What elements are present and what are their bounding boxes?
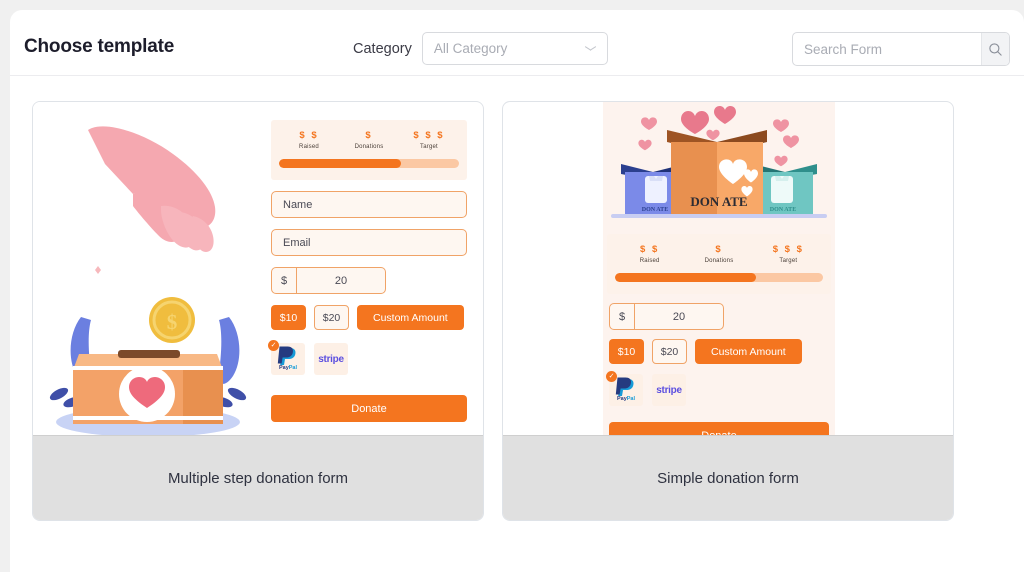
donation-stats: $ $ Raised $ Donations $ $ $ Target bbox=[271, 120, 467, 180]
paypal-wordmark: PayPal bbox=[616, 396, 636, 402]
card-title: Simple donation form bbox=[657, 469, 799, 487]
search-input[interactable] bbox=[793, 33, 981, 65]
stat-raised-amount: $ $ bbox=[299, 130, 319, 141]
amount-20-button[interactable]: $20 bbox=[314, 305, 349, 330]
stat-donations-amount: $ bbox=[715, 244, 723, 255]
template-preview-simple: DON ATE DON ATE DON ATE $ $ Raised $ Don… bbox=[503, 102, 953, 435]
stripe-payment-option[interactable]: stripe bbox=[314, 343, 348, 375]
category-select-value: All Category bbox=[433, 41, 508, 56]
stat-donations: $ Donations bbox=[684, 244, 753, 264]
stat-target-label: Target bbox=[779, 258, 798, 264]
template-chooser-panel: Choose template Category All Category Se… bbox=[10, 10, 1024, 572]
svg-text:$: $ bbox=[167, 310, 178, 334]
paypal-payment-option[interactable]: ✓ PayPal bbox=[268, 340, 305, 375]
amount-preset-buttons: $10 $20 Custom Amount bbox=[609, 339, 829, 364]
page-header: Choose template Category All Category bbox=[10, 10, 1024, 76]
card-title: Multiple step donation form bbox=[167, 469, 349, 487]
amount-preset-buttons: $10 $20 Custom Amount bbox=[271, 305, 467, 330]
search-button[interactable] bbox=[981, 33, 1009, 65]
donation-progress-fill bbox=[615, 273, 757, 282]
card-footer-multiple-step: Multiple step donation form bbox=[33, 435, 483, 520]
stat-target-label: Target bbox=[420, 144, 438, 150]
svg-text:DON ATE: DON ATE bbox=[642, 207, 668, 213]
name-field[interactable]: Name bbox=[271, 191, 467, 218]
stat-donations: $ Donations bbox=[339, 130, 399, 150]
stat-donations-label: Donations bbox=[704, 258, 734, 264]
amount-10-button[interactable]: $10 bbox=[271, 305, 306, 330]
donation-stats: $ $ Raised $ Donations $ $ $ Target bbox=[607, 234, 831, 294]
search-icon bbox=[989, 42, 1002, 56]
amount-input-group[interactable]: $ 20 bbox=[271, 267, 386, 294]
paypal-icon: PayPal bbox=[613, 377, 639, 403]
category-filter: Category All Category bbox=[353, 32, 608, 65]
donation-progress-fill bbox=[279, 159, 402, 168]
svg-text:DON ATE: DON ATE bbox=[690, 194, 747, 209]
custom-amount-button[interactable]: Custom Amount bbox=[695, 339, 802, 364]
page-title: Choose template bbox=[24, 36, 175, 57]
search-form[interactable] bbox=[792, 32, 1010, 66]
amount-20-button[interactable]: $20 bbox=[652, 339, 687, 364]
donation-progress-bar bbox=[615, 273, 823, 282]
currency-symbol: $ bbox=[272, 268, 297, 293]
svg-text:DON ATE: DON ATE bbox=[770, 207, 796, 213]
stripe-payment-option[interactable]: stripe bbox=[652, 374, 686, 406]
chevron-down-icon bbox=[586, 46, 595, 51]
stat-donations-label: Donations bbox=[354, 144, 384, 150]
email-field[interactable]: Email bbox=[271, 229, 467, 256]
stat-raised-label: Raised bbox=[639, 258, 660, 264]
currency-symbol: $ bbox=[610, 304, 635, 329]
stripe-icon: stripe bbox=[318, 353, 344, 365]
custom-amount-button[interactable]: Custom Amount bbox=[357, 305, 464, 330]
paypal-payment-option[interactable]: ✓ PayPal bbox=[606, 371, 643, 406]
template-preview-multiple-step: $ $ $ Raised $ Donations $ $ $ Target Na… bbox=[33, 102, 483, 435]
category-select[interactable]: All Category bbox=[421, 32, 608, 65]
template-grid: $ $ $ Raised $ Donations $ $ $ Target Na… bbox=[32, 101, 954, 521]
stat-target-amount: $ $ $ bbox=[413, 130, 445, 141]
paypal-wordmark: PayPal bbox=[278, 365, 298, 371]
stat-raised: $ $ Raised bbox=[615, 244, 684, 264]
hand-coin-donation-box-illustration: $ bbox=[33, 102, 263, 435]
category-label: Category bbox=[353, 40, 412, 57]
amount-input[interactable]: 20 bbox=[635, 304, 723, 329]
stat-raised-amount: $ $ bbox=[640, 244, 660, 255]
payment-methods: ✓ PayPal stripe bbox=[268, 340, 467, 375]
donation-form-multiple-step: $ $ Raised $ Donations $ $ $ Target Name… bbox=[268, 120, 467, 422]
amount-10-button[interactable]: $10 bbox=[609, 339, 644, 364]
donation-form-simple: $ $ Raised $ Donations $ $ $ Target $ 20… bbox=[603, 234, 835, 435]
card-footer-simple: Simple donation form bbox=[503, 435, 953, 520]
template-card-simple[interactable]: DON ATE DON ATE DON ATE $ $ Raised $ Don… bbox=[502, 101, 954, 521]
simple-form-canvas: DON ATE DON ATE DON ATE $ $ Raised $ Don… bbox=[603, 102, 835, 435]
donate-button[interactable]: Donate bbox=[609, 422, 829, 435]
stat-raised-label: Raised bbox=[299, 144, 319, 150]
stat-target-amount: $ $ $ bbox=[772, 244, 804, 255]
donate-button[interactable]: Donate bbox=[271, 395, 467, 422]
paypal-icon: PayPal bbox=[275, 346, 301, 372]
payment-methods: ✓ PayPal stripe bbox=[606, 371, 829, 406]
stat-donations-amount: $ bbox=[365, 130, 373, 141]
stripe-icon: stripe bbox=[656, 384, 682, 396]
template-card-multiple-step[interactable]: $ $ $ Raised $ Donations $ $ $ Target Na… bbox=[32, 101, 484, 521]
amount-input[interactable]: 20 bbox=[297, 268, 385, 293]
donation-boxes-hearts-illustration: DON ATE DON ATE DON ATE bbox=[603, 102, 835, 230]
donation-progress-bar bbox=[279, 159, 459, 168]
stat-target: $ $ $ Target bbox=[399, 130, 459, 150]
stat-raised: $ $ Raised bbox=[279, 130, 339, 150]
stat-target: $ $ $ Target bbox=[754, 244, 823, 264]
amount-input-group[interactable]: $ 20 bbox=[609, 303, 724, 330]
